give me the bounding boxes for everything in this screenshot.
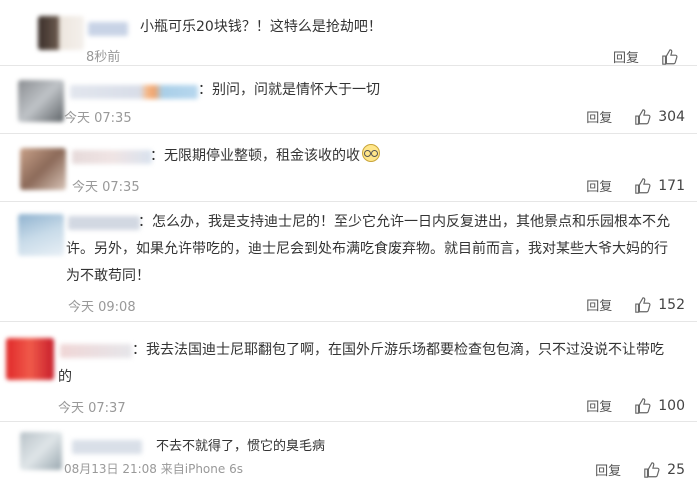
comment-time: 08月13日 21:08 来自iPhone 6s: [64, 462, 243, 476]
comment-time: 8秒前: [86, 50, 121, 65]
comment-time: 今天 07:37: [58, 401, 126, 416]
username-blurred[interactable]: [60, 344, 132, 358]
avatar[interactable]: [38, 16, 84, 50]
thumbs-up-icon[interactable]: [643, 461, 661, 479]
comment-text: 不去不就得了，惯它的臭毛病: [156, 439, 326, 454]
avatar[interactable]: [18, 214, 64, 256]
username-blurred[interactable]: [68, 216, 140, 230]
comment-text: ：无限期停业整顿，租金该收的收: [150, 143, 380, 170]
comment-actions: 回复 25: [595, 460, 685, 479]
thumbs-up-icon[interactable]: [634, 177, 652, 195]
like-count: 152: [658, 296, 685, 313]
reply-button[interactable]: 回复: [595, 460, 621, 479]
comment-text: 小瓶可乐20块钱？！这特么是抢劫吧！: [140, 19, 382, 35]
like-count: 25: [667, 461, 685, 478]
comment-text-line-1: ：我去法国迪士尼耶翻包了啊，在国外斤游乐场都要检查包包滴，只不过没说不让带吃: [132, 342, 664, 358]
comment-time: 今天 07:35: [72, 180, 140, 195]
reply-button[interactable]: 回复: [586, 176, 612, 195]
like-count: 100: [658, 397, 685, 414]
avatar[interactable]: [20, 148, 66, 190]
comment-actions: 回复 100: [586, 396, 685, 416]
reply-button[interactable]: 回复: [613, 47, 639, 66]
comment-item: ：别问，问就是情怀大于一切 今天 07:35 回复 304: [0, 66, 697, 134]
username-blurred[interactable]: [72, 440, 142, 454]
comment-text: ：别问，问就是情怀大于一切: [198, 82, 380, 98]
thumbs-up-icon[interactable]: [634, 108, 652, 126]
comment-text-line-1: ：怎么办，我是支持迪士尼的！至少它允许一日内反复进出，其他景点和乐园根本不允: [138, 214, 670, 230]
username-blurred[interactable]: [88, 22, 128, 36]
comment-actions: 回复 171: [586, 176, 685, 196]
comment-actions: 回复 304: [586, 107, 685, 127]
comment-time: 今天 07:35: [64, 111, 132, 126]
comment-item: ：无限期停业整顿，租金该收的收 今天 07:35 回复 171: [0, 134, 697, 202]
thumbs-up-icon[interactable]: [634, 397, 652, 415]
reply-button[interactable]: 回复: [586, 295, 612, 314]
username-blurred[interactable]: [70, 85, 198, 99]
comment-text-line-2: 的: [58, 369, 72, 385]
comment-item: ：我去法国迪士尼耶翻包了啊，在国外斤游乐场都要检查包包滴，只不过没说不让带吃 的…: [0, 322, 697, 422]
reply-button[interactable]: 回复: [586, 107, 612, 126]
comment-actions: 回复 152: [586, 295, 685, 315]
comment-actions: 回复: [613, 47, 685, 66]
avatar[interactable]: [6, 338, 54, 380]
avatar[interactable]: [20, 432, 62, 470]
comment-text-content: ：无限期停业整顿，租金该收的收: [150, 148, 360, 164]
comment-item: 不去不就得了，惯它的臭毛病 08月13日 21:08 来自iPhone 6s 回…: [0, 422, 697, 479]
reply-button[interactable]: 回复: [586, 396, 612, 415]
comment-item: 小瓶可乐20块钱？！这特么是抢劫吧！ 8秒前 回复: [0, 0, 697, 66]
like-count: 171: [658, 177, 685, 194]
thumbs-up-icon[interactable]: [661, 48, 679, 66]
comment-time: 今天 09:08: [68, 300, 136, 315]
avatar[interactable]: [18, 80, 64, 122]
username-blurred[interactable]: [72, 150, 152, 164]
face-emoji-icon: [362, 144, 380, 162]
comment-item: ：怎么办，我是支持迪士尼的！至少它允许一日内反复进出，其他景点和乐园根本不允 许…: [0, 202, 697, 322]
like-count: 304: [658, 108, 685, 125]
comment-text-line-3: 为不敢苟同！: [66, 268, 150, 284]
comment-text-line-2: 许。另外，如果允许带吃的，迪士尼会到处布满吃食废弃物。就目前而言，我对某些大爷大…: [66, 241, 668, 257]
thumbs-up-icon[interactable]: [634, 296, 652, 314]
